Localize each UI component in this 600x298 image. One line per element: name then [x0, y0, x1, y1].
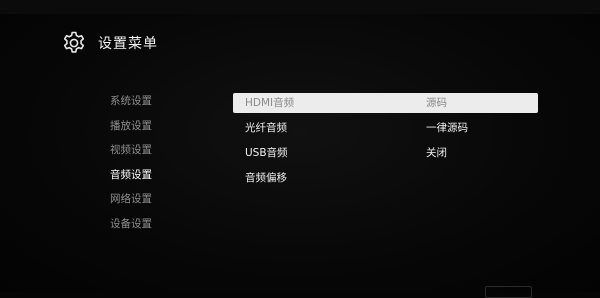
sidebar-item-device[interactable]: 设备设置: [110, 216, 152, 241]
option-usb-audio[interactable]: USB音频: [245, 143, 294, 168]
option-audio-offset[interactable]: 音频偏移: [245, 168, 294, 193]
corner-box: [485, 286, 532, 298]
sidebar-item-system[interactable]: 系统设置: [110, 93, 152, 118]
settings-sidebar: 系统设置 播放设置 视频设置 音频设置 网络设置 设备设置: [110, 93, 152, 240]
gear-icon: [63, 31, 85, 53]
sidebar-item-playback[interactable]: 播放设置: [110, 118, 152, 143]
header: 设置菜单: [60, 29, 158, 57]
audio-values-list: 源码 一律源码 关闭: [426, 93, 468, 168]
value-off[interactable]: 关闭: [426, 143, 468, 168]
sidebar-item-audio[interactable]: 音频设置: [110, 167, 152, 192]
option-hdmi-audio[interactable]: HDMI音频: [245, 93, 294, 118]
value-always-source[interactable]: 一律源码: [426, 118, 468, 143]
screen: 设置菜单 系统设置 播放设置 视频设置 音频设置 网络设置 设备设置 HDMI音…: [0, 0, 600, 298]
value-source[interactable]: 源码: [426, 93, 468, 118]
page-title: 设置菜单: [98, 36, 158, 52]
sidebar-item-network[interactable]: 网络设置: [110, 191, 152, 216]
sidebar-item-video[interactable]: 视频设置: [110, 142, 152, 167]
option-optical-audio[interactable]: 光纤音频: [245, 118, 294, 143]
top-band: [0, 0, 600, 14]
audio-options-list: HDMI音频 光纤音频 USB音频 音频偏移: [245, 93, 294, 193]
